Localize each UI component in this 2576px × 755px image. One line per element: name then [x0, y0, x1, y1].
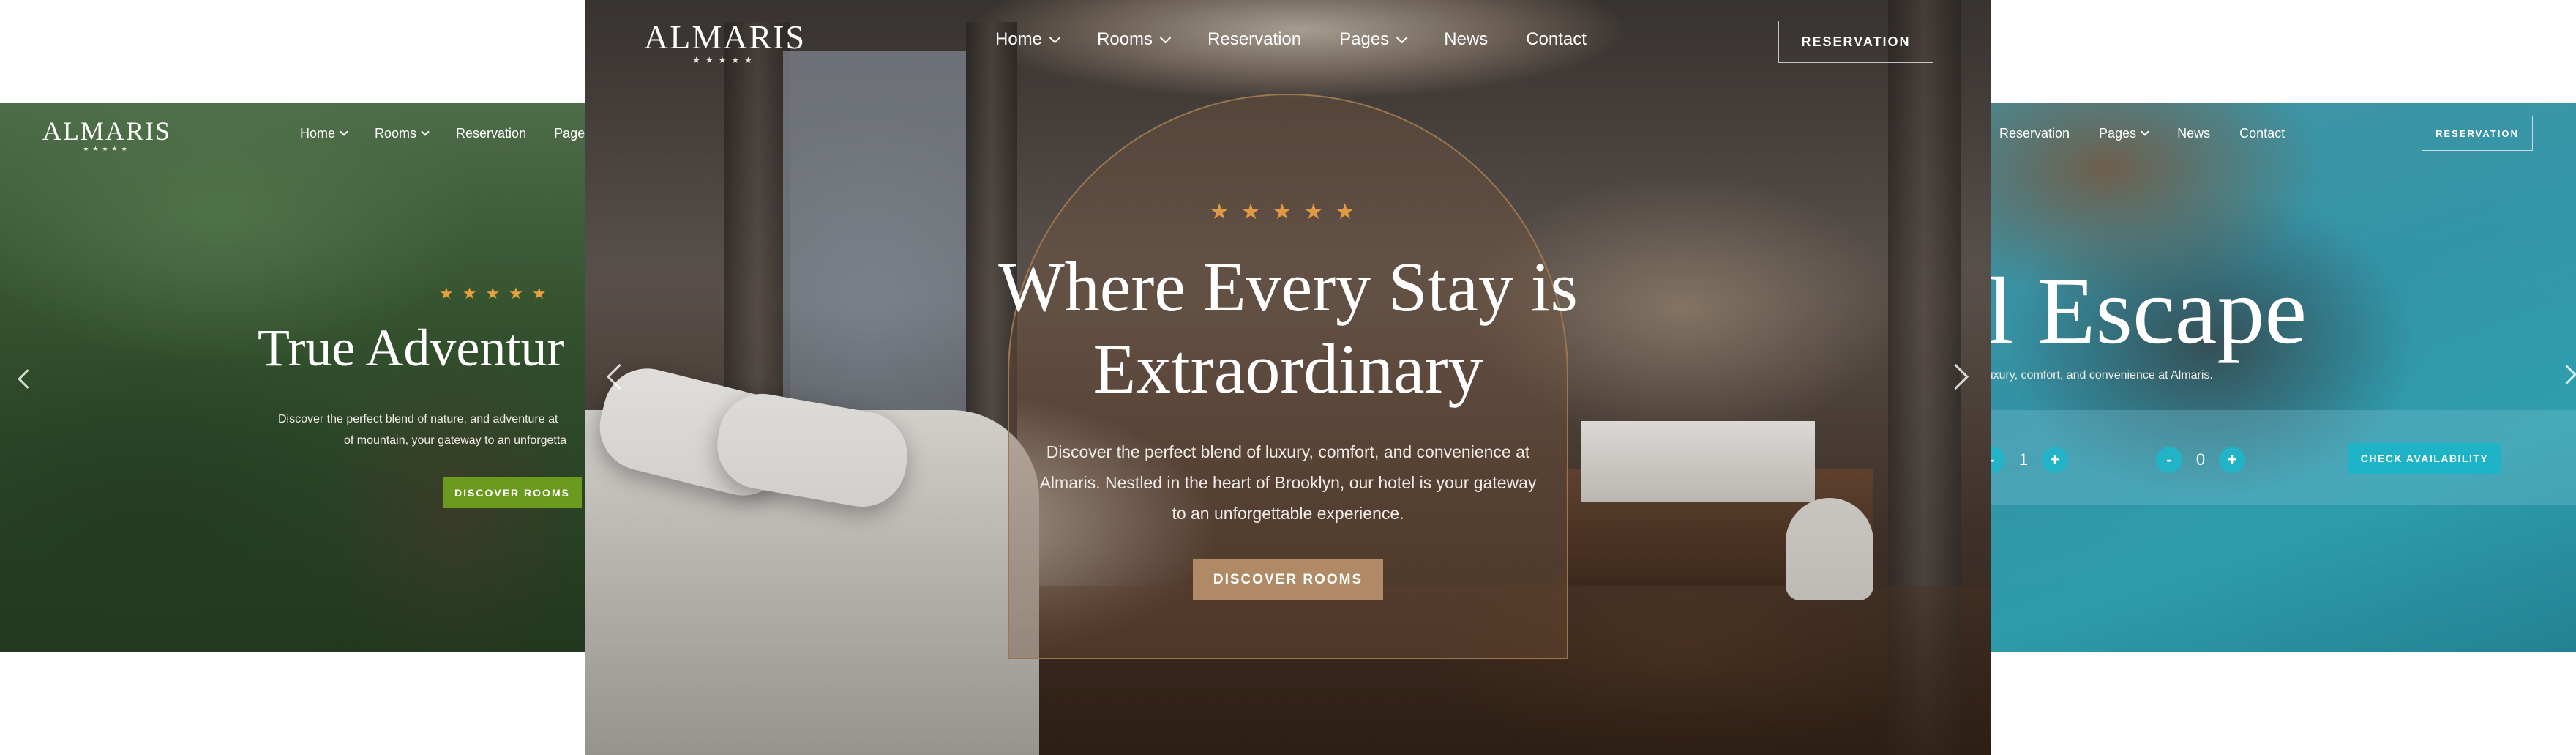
slide-right: Reservation Pages News Contact RESERVATI…: [1991, 103, 2576, 652]
nav-contact[interactable]: Contact: [2239, 126, 2285, 141]
nav-pages-label: Pages: [1339, 29, 1390, 49]
check-availability-button[interactable]: CHECK AVAILABILITY: [2348, 443, 2501, 474]
nav-rooms[interactable]: Rooms: [375, 126, 430, 141]
header: ALMARIS ★★★★★ Home Rooms Reservation Page…: [585, 0, 1991, 85]
nav-reservation-label: Reservation: [456, 126, 527, 141]
decrement-button[interactable]: -: [1991, 447, 2005, 473]
reservation-button[interactable]: RESERVATION: [2422, 116, 2533, 151]
hero-title-line: Extraordinary: [1093, 330, 1483, 408]
main-nav: Home Rooms Reservation Pages News Contac…: [995, 29, 1625, 50]
discover-rooms-button[interactable]: DISCOVER ROOMS: [443, 477, 582, 508]
hero-description: Discover the perfect blend of luxury, co…: [1017, 436, 1559, 529]
hero-description-line: of mountain, your gateway to an unforget…: [344, 434, 567, 447]
nav-rooms-label: Rooms: [1097, 29, 1153, 49]
nav-news[interactable]: News: [2177, 126, 2210, 141]
chevron-down-icon: [1396, 31, 1408, 43]
nav-pages[interactable]: Pages: [1339, 29, 1408, 50]
main-nav: Home Rooms Reservation Pages: [300, 126, 585, 141]
chevron-down-icon: [340, 127, 348, 136]
nav-rooms[interactable]: Rooms: [1097, 29, 1172, 50]
logo-stars: ★★★★★: [83, 145, 131, 152]
hero-description-line: to an unforgettable experience.: [1172, 504, 1404, 523]
nav-home-label: Home: [995, 29, 1043, 49]
guest-stepper: - 1 +: [1991, 447, 2068, 473]
increment-button[interactable]: +: [2042, 447, 2068, 473]
nav-reservation[interactable]: Reservation: [1208, 29, 1301, 50]
logo[interactable]: ALMARIS ★★★★★: [42, 116, 171, 153]
logo-stars: ★★★★★: [692, 55, 757, 65]
nav-home[interactable]: Home: [300, 126, 348, 141]
increment-button[interactable]: +: [2219, 447, 2245, 473]
stepper-value[interactable]: 1: [2005, 450, 2042, 469]
nav-reservation-label: Reservation: [1208, 29, 1302, 49]
logo[interactable]: ALMARIS ★★★★★: [644, 18, 806, 66]
chevron-down-icon: [2141, 127, 2149, 136]
nav-pages[interactable]: Pages: [2099, 126, 2149, 141]
decrement-button[interactable]: -: [2156, 447, 2182, 473]
main-nav: Reservation Pages News Contact: [1999, 126, 2314, 141]
hero-description-line: Discover the perfect blend of luxury, co…: [1046, 442, 1530, 461]
hero-description-line: Discover the perfect blend of nature, an…: [278, 413, 558, 425]
slide-center: ALMARIS ★★★★★ Home Rooms Reservation Page…: [585, 0, 1991, 755]
nav-reservation[interactable]: Reservation: [456, 126, 526, 141]
chevron-down-icon: [1049, 31, 1061, 43]
guest-stepper: - 0 +: [2156, 447, 2245, 473]
nav-rooms-label: Rooms: [375, 126, 417, 141]
nav-contact[interactable]: Contact: [1526, 29, 1587, 50]
hero-description: d of luxury, comfort, and convenience at…: [1991, 369, 2213, 382]
logo-text: ALMARIS: [644, 18, 806, 56]
hero-title-line: Where Every Stay is: [998, 248, 1578, 326]
chevron-down-icon: [1159, 31, 1172, 43]
slide-left: ALMARIS ★★★★★ Home Rooms Reservation Page…: [0, 103, 585, 652]
hero-title: cal Escape: [1991, 259, 2307, 364]
reservation-button[interactable]: RESERVATION: [1778, 21, 1933, 63]
nav-news[interactable]: News: [1444, 29, 1488, 50]
nav-contact-label: Contact: [1526, 29, 1587, 49]
nav-home-label: Home: [300, 126, 336, 141]
chevron-down-icon: [421, 127, 430, 136]
rating-stars: ★★★★★: [1209, 200, 1367, 224]
nav-pages-label: Pages: [554, 126, 585, 141]
hero-description-line: Almaris. Nestled in the heart of Brookly…: [1039, 473, 1537, 492]
hero-description: Discover the perfect blend of nature, an…: [278, 409, 585, 451]
nav-news-label: News: [1444, 29, 1489, 49]
discover-rooms-button[interactable]: DISCOVER ROOMS: [1193, 559, 1383, 600]
nav-home[interactable]: Home: [995, 29, 1061, 50]
hero-title: True Adventur: [258, 319, 565, 377]
nav-pages-label: Pages: [2099, 126, 2137, 141]
nav-contact-label: Contact: [2239, 126, 2285, 141]
nav-pages[interactable]: Pages: [554, 126, 585, 141]
stepper-value[interactable]: 0: [2182, 450, 2219, 469]
nav-news-label: News: [2177, 126, 2211, 141]
logo-text: ALMARIS: [42, 116, 172, 146]
rating-stars: ★★★★★: [439, 284, 555, 302]
nav-reservation-label: Reservation: [1999, 126, 2070, 141]
hero-title: Where Every Stay is Extraordinary: [937, 246, 1639, 410]
nav-reservation[interactable]: Reservation: [1999, 126, 2070, 141]
